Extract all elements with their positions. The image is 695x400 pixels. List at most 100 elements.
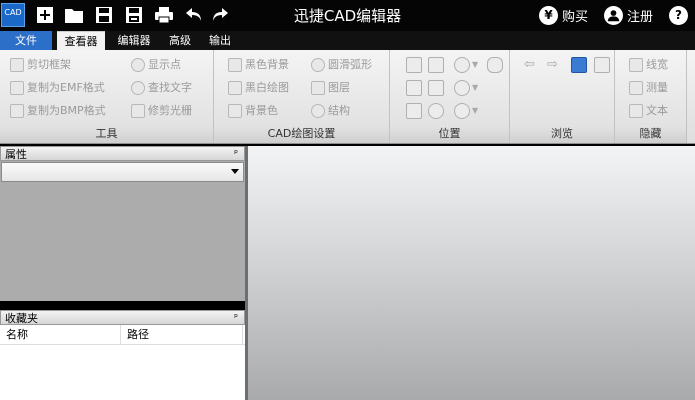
copy-emf-label: 复制为EMF格式 (27, 81, 105, 94)
title-bar: CAD 迅捷CAD编辑器 ¥ 购买 注册 ? (0, 0, 695, 31)
column-name[interactable]: 名称 (0, 325, 121, 344)
structure-button[interactable]: 结构 (311, 101, 350, 121)
trim-raster-button[interactable]: 修剪光栅 (131, 101, 192, 121)
rotate-180-icon[interactable] (428, 103, 444, 119)
group-position-label: 位置 (390, 125, 509, 143)
find-text-button[interactable]: 查找文字 (131, 78, 192, 98)
cut-frame-label: 剪切框架 (27, 58, 71, 71)
smooth-arc-button[interactable]: 圆滑弧形 (311, 55, 372, 75)
tab-editor[interactable]: 编辑器 (111, 31, 157, 50)
group-hide: 线宽 测量 文本 隐藏 (615, 50, 687, 143)
edit-view-icon[interactable] (571, 57, 587, 73)
back-arrow-icon[interactable]: ⇦ (524, 57, 535, 73)
group-position: ▼ ▼ ▼ 位置 (390, 50, 510, 143)
redo-icon[interactable] (210, 5, 232, 25)
tab-file[interactable]: 文件 (0, 31, 52, 50)
zoom-out-icon[interactable] (454, 80, 470, 96)
window-title: 迅捷CAD编辑器 (293, 7, 402, 25)
group-cad-settings-label: CAD绘图设置 (214, 125, 389, 143)
black-background-button[interactable]: 黑色背景 (228, 55, 289, 75)
ribbon: 剪切框架 复制为EMF格式 复制为BMP格式 显示点 查找文字 修剪光栅 工具 … (0, 50, 695, 144)
bg-color-icon (228, 104, 242, 118)
forward-arrow-icon[interactable]: ⇨ (547, 57, 558, 73)
zoom-window-icon[interactable] (428, 57, 444, 73)
measure-icon (629, 81, 643, 95)
properties-header: 属性 ᵖ (0, 146, 245, 161)
properties-panel: 属性 ᵖ (0, 146, 245, 301)
background-color-button[interactable]: 背景色 (228, 101, 278, 121)
zoom-all-icon[interactable] (428, 80, 444, 96)
bg-color-label: 背景色 (245, 104, 278, 117)
tab-output[interactable]: 输出 (202, 31, 238, 50)
dropdown-arrow-icon (231, 169, 239, 174)
layers-icon (311, 81, 325, 95)
logo-text: CAD (4, 8, 22, 17)
copy-emf-button[interactable]: 复制为EMF格式 (10, 78, 105, 98)
group-tools: 剪切框架 复制为EMF格式 复制为BMP格式 显示点 查找文字 修剪光栅 工具 (0, 50, 214, 143)
column-path[interactable]: 路径 (121, 325, 243, 344)
drawing-canvas[interactable] (248, 146, 695, 400)
app-window: CAD 迅捷CAD编辑器 ¥ 购买 注册 ? 文件 查看器 编辑器 高级 输出 … (0, 0, 695, 400)
points-icon (131, 58, 145, 72)
group-cad-settings: 黑色背景 黑白绘图 背景色 圆滑弧形 图层 结构 CAD绘图设置 (214, 50, 390, 143)
line-width-button[interactable]: 线宽 (629, 55, 668, 75)
bw-drawing-button[interactable]: 黑白绘图 (228, 78, 289, 98)
trim-raster-label: 修剪光栅 (148, 104, 192, 117)
save-as-icon[interactable] (124, 5, 146, 25)
line-width-icon (629, 58, 643, 72)
properties-title: 属性 (5, 148, 27, 161)
find-text-label: 查找文字 (148, 81, 192, 94)
zoom-extents-icon[interactable] (406, 80, 422, 96)
fit-window-icon[interactable] (406, 57, 422, 73)
open-folder-icon[interactable] (64, 5, 86, 25)
measure-button[interactable]: 测量 (629, 78, 668, 98)
text-icon (629, 104, 643, 118)
cut-frame-button[interactable]: 剪切框架 (10, 55, 71, 75)
app-logo-icon[interactable]: CAD (1, 3, 25, 27)
register-button[interactable]: 注册 (604, 5, 653, 25)
copy-bmp-button[interactable]: 复制为BMP格式 (10, 101, 106, 121)
show-points-button[interactable]: 显示点 (131, 55, 181, 75)
copy-bmp-label: 复制为BMP格式 (27, 104, 106, 117)
line-width-label: 线宽 (646, 58, 668, 71)
print-icon[interactable] (154, 5, 176, 25)
black-bg-icon (228, 58, 242, 72)
rotate-dropdown-icon[interactable]: ▼ (472, 103, 478, 119)
favorites-header: 收藏夹 ᵖ (0, 310, 245, 325)
pin-icon[interactable]: ᵖ (234, 147, 238, 162)
properties-object-select[interactable] (1, 162, 244, 182)
help-icon: ? (669, 5, 688, 25)
rotate-3d-icon[interactable] (454, 103, 470, 119)
pin-icon[interactable]: ᵖ (234, 311, 238, 326)
favorites-title: 收藏夹 (5, 312, 38, 325)
zoom-in-dropdown-icon[interactable]: ▼ (472, 57, 478, 73)
group-browse: ⇦ ⇨ 浏览 (510, 50, 615, 143)
black-bg-label: 黑色背景 (245, 58, 289, 71)
undo-icon[interactable] (184, 5, 206, 25)
structure-label: 结构 (328, 104, 350, 117)
pan-hand-icon[interactable] (487, 57, 503, 73)
zoom-out-dropdown-icon[interactable]: ▼ (472, 80, 478, 96)
smooth-arc-label: 圆滑弧形 (328, 58, 372, 71)
rotate-90-icon[interactable] (406, 103, 422, 119)
buy-button[interactable]: ¥ 购买 (539, 5, 588, 25)
measure-label: 测量 (646, 81, 668, 94)
tab-viewer[interactable]: 查看器 (57, 31, 105, 50)
layers-label: 图层 (328, 81, 350, 94)
group-tools-label: 工具 (0, 125, 213, 143)
export-view-icon[interactable] (594, 57, 610, 73)
register-label: 注册 (627, 9, 654, 25)
zoom-in-icon[interactable] (454, 57, 470, 73)
new-file-icon[interactable] (35, 5, 57, 25)
ribbon-tab-bar: 文件 查看器 编辑器 高级 输出 (0, 31, 695, 50)
structure-icon (311, 104, 325, 118)
raster-icon (131, 104, 145, 118)
text-button[interactable]: 文本 (629, 101, 668, 121)
bw-label: 黑白绘图 (245, 81, 289, 94)
help-button[interactable]: ? (669, 5, 692, 25)
layers-button[interactable]: 图层 (311, 78, 350, 98)
show-points-label: 显示点 (148, 58, 181, 71)
tab-advanced[interactable]: 高级 (163, 31, 197, 50)
bmp-icon (10, 104, 24, 118)
save-icon[interactable] (94, 5, 116, 25)
